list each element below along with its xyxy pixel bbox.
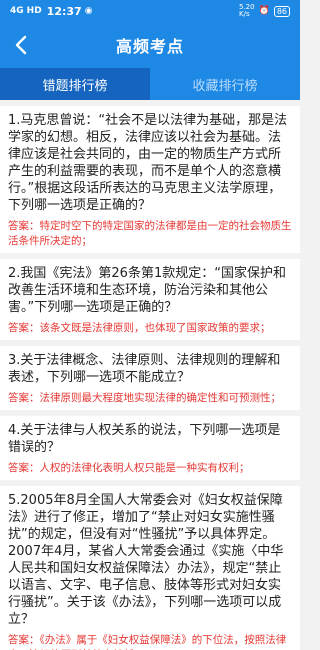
chevron-left-icon: [15, 35, 27, 55]
app-notification-icon: ◉: [84, 6, 93, 16]
question-list: 1.马克思曾说：“社会不是以法律为基础，那是法学家的幻想。相反，法律应该以社会为…: [0, 100, 300, 650]
answer-text: 答案：《办法》属于《妇女权益保障法》的下位法，按照法律高于法规的原则其效力较低；: [8, 634, 287, 650]
question-card[interactable]: 4.关于法律与人权关系的说法，下列哪一选项是错误的？ 答案：人权的法律化表明人权…: [0, 416, 300, 480]
question-text: 4.关于法律与人权关系的说法，下列哪一选项是错误的？: [8, 423, 281, 455]
signal-indicator: 4G: [10, 6, 24, 16]
question-card[interactable]: 2.我国《宪法》第26条第1款规定：“国家保护和改善生活环境和生态环境，防治污染…: [0, 259, 300, 340]
status-right: 5.20 K/s ⏰ 86: [239, 4, 290, 18]
back-button[interactable]: [6, 22, 36, 68]
question-text: 3.关于法律概念、法律原则、法律规则的理解和表述，下列哪一选项不能成立？: [8, 353, 281, 385]
tab-favorite-ranking[interactable]: 收藏排行榜: [150, 68, 300, 100]
alarm-icon: ⏰: [258, 6, 270, 16]
question-card[interactable]: 5.2005年8月全国人大常委会对《妇女权益保障法》进行了修正，增加了“禁止对妇…: [0, 486, 300, 650]
question-card[interactable]: 1.马克思曾说：“社会不是以法律为基础，那是法学家的幻想。相反，法律应该以社会为…: [0, 106, 300, 253]
status-left: 4G HD 12:37 ◉: [10, 5, 93, 18]
answer-text: 答案：特定时空下的特定国家的法律都是由一定的社会物质生活条件所决定的；: [8, 220, 292, 247]
page-title: 高频考点: [115, 37, 184, 56]
answer-text: 答案：法律原则最大程度地实现法律的确定性和可预测性；: [8, 392, 281, 404]
nav-header: 高频考点: [0, 22, 300, 68]
signal-indicator-2: HD: [26, 6, 42, 16]
question-text: 5.2005年8月全国人大常委会对《妇女权益保障法》进行了修正，增加了“禁止对妇…: [8, 493, 284, 627]
battery-indicator: 86: [273, 5, 290, 17]
network-speed: 5.20 K/s: [239, 3, 255, 18]
status-time: 12:37: [46, 4, 82, 18]
answer-text: 答案：人权的法律化表明人权只能是一种实有权利；: [8, 462, 250, 474]
question-text: 1.马克思曾说：“社会不是以法律为基础，那是法学家的幻想。相反，法律应该以社会为…: [8, 113, 288, 213]
tab-bar: 错题排行榜 收藏排行榜: [0, 68, 300, 100]
question-card[interactable]: 3.关于法律概念、法律原则、法律规则的理解和表述，下列哪一选项不能成立？ 答案：…: [0, 346, 300, 410]
answer-text: 答案：该条文既是法律原则，也体现了国家政策的要求；: [8, 322, 271, 334]
top-bar: 4G HD 12:37 ◉ 5.20 K/s ⏰ 86 高频考点 错题排行榜 收…: [0, 0, 300, 100]
question-text: 2.我国《宪法》第26条第1款规定：“国家保护和改善生活环境和生态环境，防治污染…: [8, 266, 286, 315]
tab-wrong-ranking[interactable]: 错题排行榜: [0, 68, 150, 100]
status-bar: 4G HD 12:37 ◉ 5.20 K/s ⏰ 86: [0, 0, 300, 22]
